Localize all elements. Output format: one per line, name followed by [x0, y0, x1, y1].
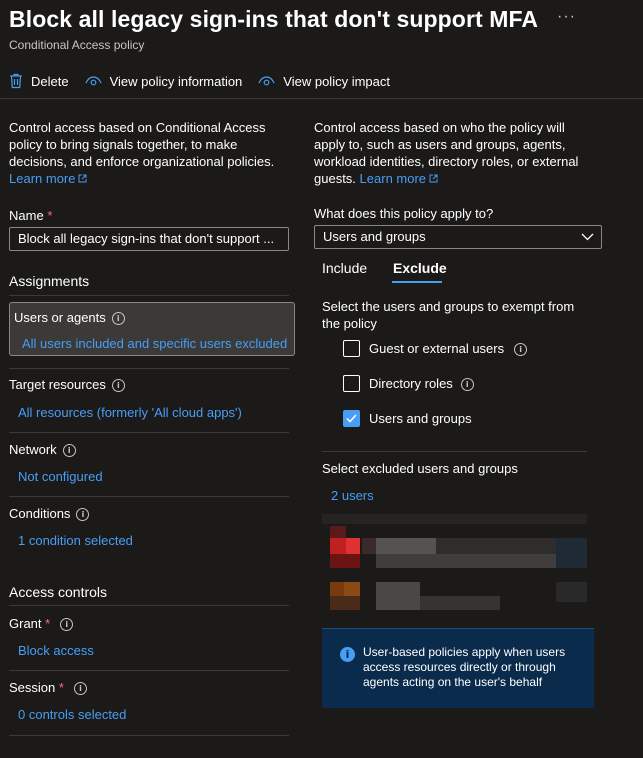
left-description: Control access based on Conditional Acce… [9, 119, 284, 187]
external-link-icon [429, 174, 438, 183]
page-title: Block all legacy sign-ins that don't sup… [9, 6, 539, 32]
view-policy-information-button[interactable]: View policy information [85, 73, 243, 89]
checkmark-icon [346, 414, 357, 423]
target-resources-label: Target resources i [9, 377, 125, 392]
access-controls-heading: Access controls [9, 584, 108, 600]
delete-label: Delete [31, 73, 69, 89]
redacted-block [436, 538, 556, 554]
apply-to-dropdown[interactable]: Users and groups [314, 225, 602, 249]
grant-value[interactable]: Block access [18, 643, 94, 658]
redacted-block [556, 538, 587, 568]
info-icon: i [340, 647, 355, 662]
toolbar-divider [0, 98, 643, 99]
tab-exclude[interactable]: Exclude [393, 260, 447, 276]
left-description-text: Control access based on Conditional Acce… [9, 120, 275, 169]
network-value[interactable]: Not configured [18, 469, 103, 484]
eye-icon [258, 75, 275, 87]
more-icon[interactable]: ··· [557, 8, 576, 26]
excluded-count-link[interactable]: 2 users [331, 488, 374, 503]
eye-icon [85, 75, 102, 87]
left-learn-more-link[interactable]: Learn more [9, 171, 87, 186]
apply-to-selected: Users and groups [323, 229, 426, 244]
divider [9, 735, 289, 736]
redacted-block [556, 582, 587, 602]
info-icon: i [76, 508, 90, 521]
toolbar: Delete View policy information View poli… [9, 68, 406, 94]
divider [322, 451, 587, 452]
right-description-text: Control access based on who the policy w… [314, 120, 579, 186]
redacted-block [330, 596, 360, 610]
redacted-block [330, 582, 344, 596]
guest-external-users-checkbox[interactable] [343, 340, 360, 357]
name-label: Name * [9, 208, 53, 223]
right-description: Control access based on who the policy w… [314, 119, 594, 187]
external-link-icon [78, 174, 87, 183]
info-icon: i [111, 379, 125, 392]
chevron-down-icon [581, 233, 594, 241]
redacted-block [420, 596, 500, 610]
divider [9, 295, 289, 296]
divider [9, 432, 289, 433]
info-icon: i [514, 343, 528, 356]
info-icon: i [111, 312, 125, 325]
name-field[interactable]: Block all legacy sign-ins that don't sup… [9, 227, 289, 251]
session-value[interactable]: 0 controls selected [18, 707, 126, 722]
info-message-text: User-based policies apply when users acc… [363, 645, 566, 689]
excluded-users-list [322, 514, 587, 614]
session-label: Session * i [9, 680, 87, 695]
delete-button[interactable]: Delete [9, 73, 69, 89]
redacted-block [330, 538, 346, 554]
view-policy-impact-label: View policy impact [283, 73, 390, 89]
conditions-value[interactable]: 1 condition selected [18, 533, 133, 548]
info-message: i User-based policies apply when users a… [322, 628, 594, 708]
directory-roles-checkbox[interactable] [343, 375, 360, 392]
divider [9, 605, 289, 606]
divider [9, 496, 289, 497]
redacted-block [376, 538, 436, 554]
exclude-prompt: Select the users and groups to exempt fr… [322, 299, 575, 331]
tab-exclude-underline [392, 281, 442, 283]
page-subtitle: Conditional Access policy [9, 38, 145, 52]
redacted-block [344, 582, 360, 596]
view-policy-impact-button[interactable]: View policy impact [258, 74, 390, 89]
target-resources-value[interactable]: All resources (formerly 'All cloud apps'… [18, 405, 242, 420]
info-icon: i [60, 618, 74, 631]
redacted-block [322, 514, 587, 524]
redacted-block [362, 538, 376, 554]
view-policy-information-label: View policy information [109, 73, 243, 89]
apply-question-label: What does this policy apply to? [314, 206, 494, 221]
network-label: Network i [9, 442, 76, 457]
conditions-label: Conditions i [9, 506, 90, 521]
users-or-agents-label: Users or agents i [14, 310, 125, 325]
right-learn-more-link[interactable]: Learn more [360, 171, 438, 186]
users-and-groups-checkbox[interactable] [343, 410, 360, 427]
info-icon: i [73, 682, 87, 695]
info-icon: i [62, 444, 76, 457]
guest-external-users-label: Guest or external users i [369, 341, 528, 356]
directory-roles-label: Directory roles i [369, 376, 474, 391]
tab-include[interactable]: Include [322, 260, 367, 276]
grant-label: Grant * i [9, 616, 74, 631]
redacted-block [346, 538, 360, 554]
divider [9, 670, 289, 671]
redacted-block [330, 554, 360, 568]
users-or-agents-value[interactable]: All users included and specific users ex… [22, 336, 287, 351]
trash-icon [9, 73, 23, 89]
users-and-groups-label: Users and groups [369, 411, 472, 426]
excluded-heading: Select excluded users and groups [322, 461, 518, 476]
divider [9, 368, 289, 369]
users-or-agents-item[interactable]: Users or agents i All users included and … [9, 302, 295, 356]
redacted-block [376, 582, 420, 610]
info-icon: i [460, 378, 474, 391]
redacted-block [376, 554, 556, 568]
assignments-heading: Assignments [9, 273, 90, 289]
